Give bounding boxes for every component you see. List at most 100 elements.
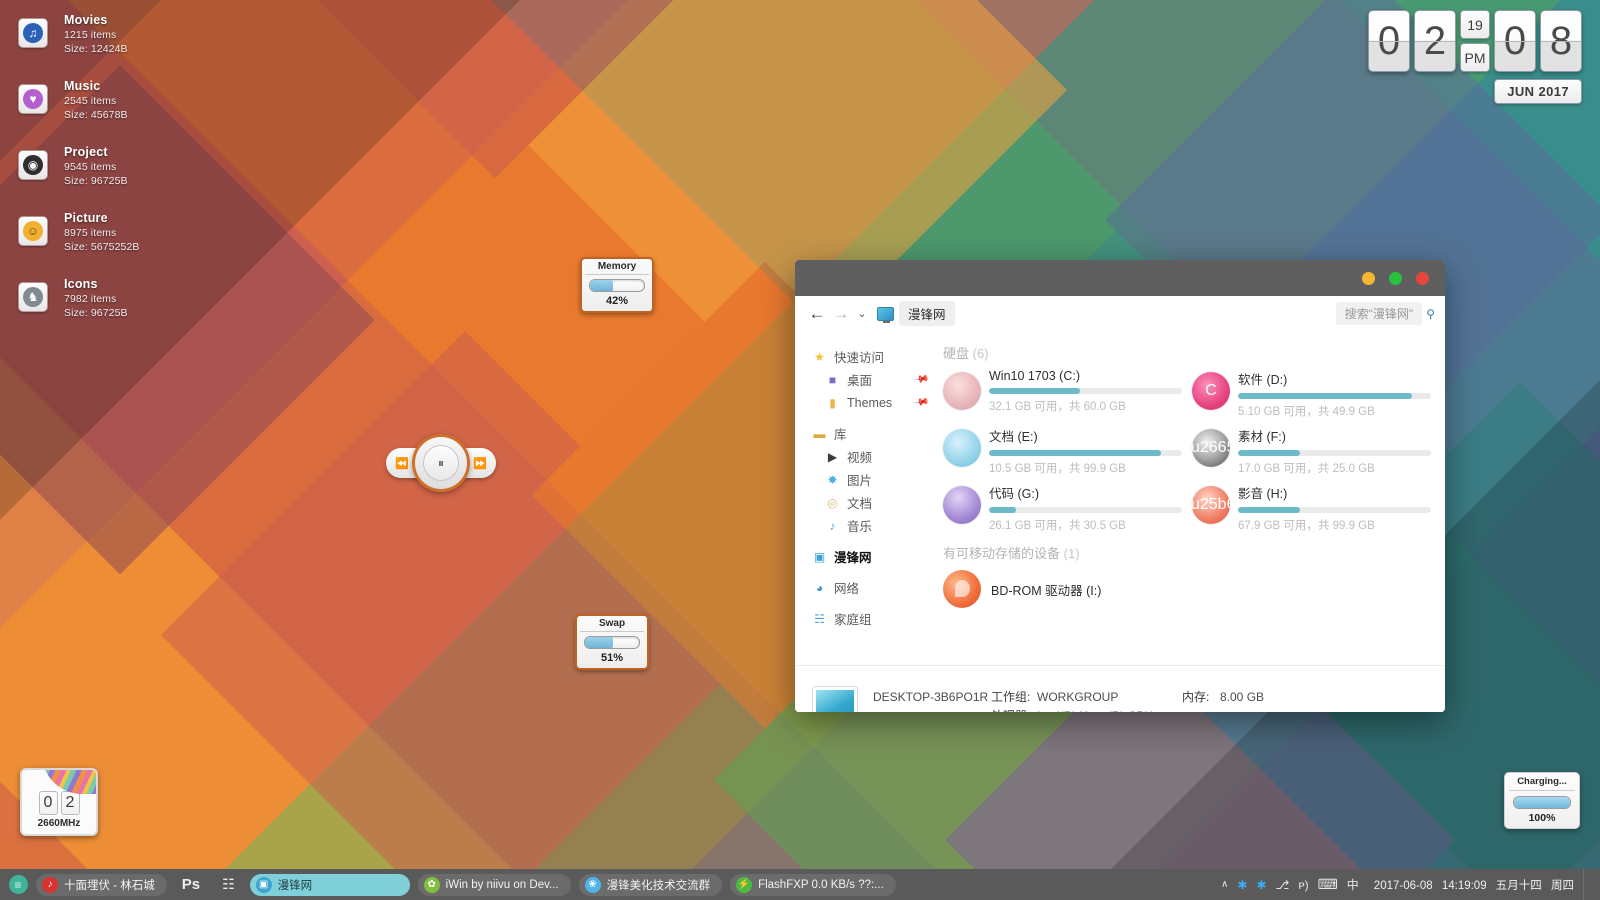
folder-glyph: ♫ <box>23 23 43 43</box>
flip-clock-widget[interactable]: 0 2 19 PM 0 8 <box>1368 10 1582 72</box>
sidebar-item-homegroup[interactable]: ☵ 家庭组 <box>811 607 935 630</box>
folder-size: Size: 5675252B <box>64 241 140 253</box>
cpu-frequency-gadget[interactable]: 0 2 2660MHz <box>20 768 98 836</box>
back-icon[interactable]: ← <box>805 302 829 326</box>
drive-item[interactable]: \u25b6 影音 (H:) 67.9 GB 可用，共 99.9 GB <box>1192 482 1431 537</box>
volume-icon[interactable]: ᴘ) <box>1298 878 1308 892</box>
play-pause-button[interactable]: ⏸ <box>412 434 470 492</box>
folder-gadget[interactable]: ♫ Movies 1215 items Size: 12424B <box>14 12 224 78</box>
drive-item[interactable]: 文档 (E:) 10.5 GB 可用，共 99.9 GB <box>943 425 1182 480</box>
show-hidden-icons-icon[interactable]: ∧ <box>1221 879 1228 890</box>
memory-gadget-title: Memory <box>585 261 649 275</box>
close-button[interactable] <box>1416 271 1429 285</box>
clock-datetime[interactable]: 2017-06-08 14:19:09 五月十四 周四 <box>1368 877 1574 893</box>
search-icon[interactable]: ⚲ <box>1426 307 1435 321</box>
media-player-widget[interactable]: ⏪ ⏩ ⏸ <box>386 434 496 492</box>
library-icon: ▬ <box>813 426 826 441</box>
forward-icon[interactable]: → <box>829 302 853 326</box>
search-area[interactable]: 搜索"漫锋网" ⚲ <box>1335 302 1435 325</box>
folder-gadget[interactable]: ♥ Music 2545 items Size: 45678B <box>14 78 224 144</box>
minimize-button[interactable] <box>1362 271 1375 285</box>
pin-icon[interactable]: 📌 <box>913 394 930 410</box>
folder-gadget[interactable]: ☺ Picture 8975 items Size: 5675252B <box>14 210 224 276</box>
battery-gadget[interactable]: Charging... 100% <box>1504 772 1580 829</box>
drive-item[interactable]: 代码 (G:) 26.1 GB 可用，共 30.5 GB <box>943 482 1182 537</box>
drive-item[interactable]: Win10 1703 (C:) 32.1 GB 可用，共 60.0 GB <box>943 368 1182 423</box>
folder-gadget[interactable]: ♞ Icons 7982 items Size: 96725B <box>14 276 224 342</box>
video-icon: ▶ <box>827 449 838 464</box>
explorer-sidebar[interactable]: ★ 快速访问 ■ 桌面 📌 ▮ Themes 📌 ▬ 库 ▶ 视频 ✸ 图片 ◎… <box>795 331 935 665</box>
music-note-icon: ♫ <box>18 18 48 48</box>
taskbar-item-explorer[interactable]: ▣ 漫锋网 <box>249 873 410 896</box>
this-pc-icon <box>877 306 894 323</box>
folder-title: Music <box>64 79 101 93</box>
cpu-digit-tens: 0 <box>38 791 58 815</box>
cpu-frequency-label: 2660MHz <box>37 818 81 829</box>
folder-items: 2545 items <box>64 95 117 107</box>
recent-locations-icon[interactable]: ⌄ <box>853 307 871 320</box>
sidebar-item-desktop[interactable]: ■ 桌面 📌 <box>811 368 935 391</box>
swap-gadget-title: Swap <box>580 618 644 632</box>
taskbar-item-netease-music[interactable]: ♪ 十面埋伏 - 林石城 <box>36 873 167 896</box>
taskbar-item-qq-group[interactable]: ❀ 漫锋美化技术交流群 <box>578 873 723 896</box>
explorer-status-bar: DESKTOP-3B6PO1R 工作组: WORKGROUP 内存: 8.00 … <box>795 665 1445 712</box>
cat-icon: ♞ <box>18 282 48 312</box>
drive-grid: Win10 1703 (C:) 32.1 GB 可用，共 60.0 GB C 软… <box>943 368 1431 537</box>
explorer-toolbar[interactable]: ← → ⌄ 漫锋网 搜索"漫锋网" ⚲ <box>795 296 1445 331</box>
maximize-button[interactable] <box>1389 271 1402 285</box>
drive-usage-bar <box>989 450 1182 456</box>
taskbar[interactable]: ≡ ♪ 十面埋伏 - 林石城 Ps ☷ ▣ 漫锋网 ✿ iWin by niiv… <box>0 869 1600 900</box>
network-icon[interactable]: ⎇ <box>1275 878 1289 892</box>
drive-icon <box>943 429 981 467</box>
bluetooth-device-icon[interactable]: ✱ <box>1256 878 1266 892</box>
removable-heading-text: 有可移动存储的设备 <box>943 546 1061 561</box>
ime-icon[interactable]: 中 <box>1347 876 1359 893</box>
folder-items: 7982 items <box>64 293 117 305</box>
processor-ellipsis: ... <box>1161 707 1171 712</box>
folder-gadget[interactable]: ◉ Project 9545 items Size: 96725B <box>14 144 224 210</box>
qq-group-icon: ❀ <box>584 876 601 893</box>
folder-title: Movies <box>64 13 108 27</box>
folder-gadget-text: Movies 1215 items Size: 12424B <box>64 12 128 56</box>
taskbar-item-deviantart[interactable]: ✿ iWin by niivu on Dev... <box>417 873 571 896</box>
folder-size: Size: 96725B <box>64 307 128 319</box>
sidebar-item-themes[interactable]: ▮ Themes 📌 <box>811 391 935 414</box>
memory-gadget[interactable]: Memory 42% <box>580 257 654 313</box>
sidebar-item-network[interactable]: ◕ 网络 <box>811 576 935 599</box>
folder-size: Size: 96725B <box>64 175 128 187</box>
pin-icon[interactable]: 📌 <box>913 371 930 387</box>
system-tray[interactable]: ∧ ✱ ✱ ⎇ ᴘ) ⌨ 中 2017-06-08 14:19:09 五月十四 … <box>1221 869 1600 900</box>
drive-item[interactable]: \u2665 素材 (F:) 17.0 GB 可用，共 25.0 GB <box>1192 425 1431 480</box>
tray-lunar: 五月十四 <box>1495 879 1542 892</box>
sidebar-item-documents[interactable]: ◎ 文档 <box>811 491 935 514</box>
bluetooth-icon[interactable]: ✱ <box>1237 878 1247 892</box>
removable-drive-item[interactable]: BD-ROM 驱动器 (I:) <box>943 570 1431 608</box>
clock-day-meridiem: 19 PM <box>1460 10 1490 72</box>
taskbar-item-editor[interactable]: ☷ <box>215 874 242 896</box>
start-button[interactable]: ≡ <box>0 869 36 900</box>
memory-label: 内存: <box>1182 690 1210 704</box>
window-titlebar[interactable] <box>795 260 1445 296</box>
drive-item[interactable]: C 软件 (D:) 5.10 GB 可用，共 49.9 GB <box>1192 368 1431 423</box>
taskbar-item-photoshop[interactable]: Ps <box>175 874 207 896</box>
taskbar-item-flashfxp[interactable]: ⚡ FlashFXP 0.0 KB/s ??:... <box>730 873 896 896</box>
breadcrumb[interactable]: 漫锋网 <box>899 301 955 326</box>
drive-info: 影音 (H:) 67.9 GB 可用，共 99.9 GB <box>1238 482 1431 533</box>
swap-gadget[interactable]: Swap 51% <box>575 614 649 670</box>
folder-size: Size: 12424B <box>64 43 128 55</box>
sidebar-item-pictures[interactable]: ✸ 图片 <box>811 468 935 491</box>
sidebar-item-this-pc[interactable]: ▣ 漫锋网 <box>811 545 935 568</box>
folder-size: Size: 45678B <box>64 109 128 121</box>
sidebar-item-label: 音乐 <box>847 520 873 534</box>
folder-glyph: ♞ <box>23 287 43 307</box>
sidebar-item-music[interactable]: ♪ 音乐 <box>811 514 935 537</box>
show-desktop-button[interactable] <box>1583 869 1590 900</box>
removable-heading: 有可移动存储的设备 (1) <box>943 543 1431 562</box>
keyboard-icon[interactable]: ⌨ <box>1318 876 1338 893</box>
search-input[interactable]: 搜索"漫锋网" <box>1335 302 1423 325</box>
battery-gadget-bar <box>1513 796 1571 809</box>
sidebar-item-videos[interactable]: ▶ 视频 <box>811 445 935 468</box>
sidebar-item-quick-access[interactable]: ★ 快速访问 <box>811 345 935 368</box>
sidebar-item-library[interactable]: ▬ 库 <box>811 422 935 445</box>
file-explorer-window[interactable]: ← → ⌄ 漫锋网 搜索"漫锋网" ⚲ ★ 快速访问 ■ 桌面 📌 ▮ Them… <box>795 260 1445 712</box>
